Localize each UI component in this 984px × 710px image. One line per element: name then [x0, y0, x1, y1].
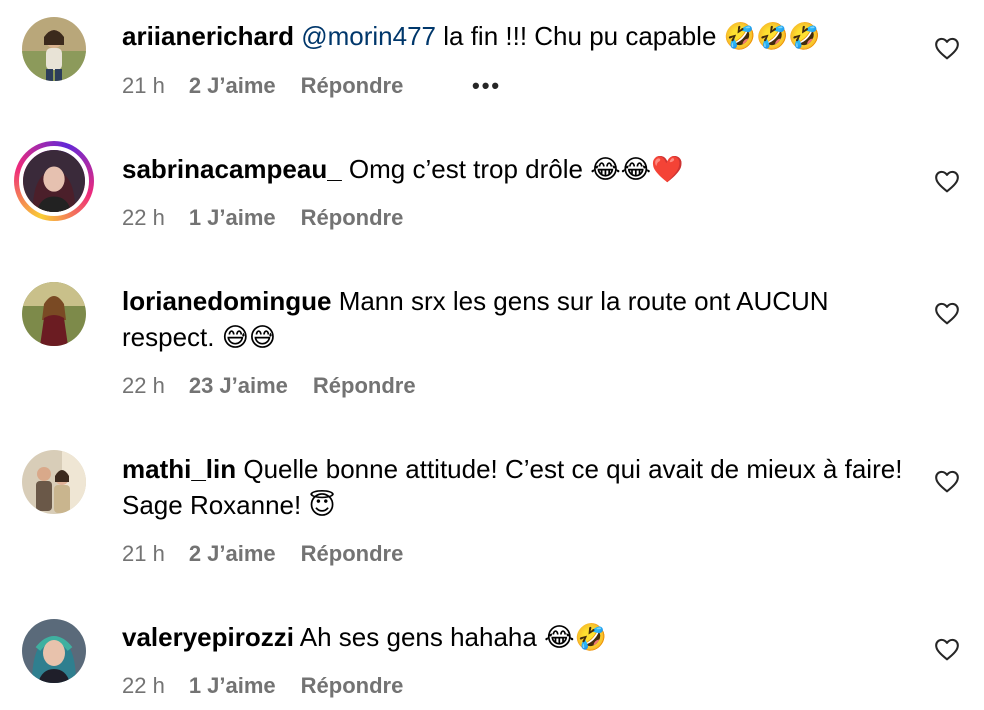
comment-text: sabrinacampeau_ Omg c’est trop drôle 😂😂❤…: [122, 151, 912, 187]
comment-username[interactable]: sabrinacampeau_: [122, 154, 342, 184]
comment-likes[interactable]: 2 J’aime: [189, 71, 276, 101]
comment-likes[interactable]: 2 J’aime: [189, 539, 276, 569]
like-heart-icon[interactable]: [934, 637, 960, 661]
reply-button[interactable]: Répondre: [313, 371, 416, 401]
comment-text: ariianerichard @morin477 la fin !!! Chu …: [122, 18, 912, 54]
comment-likes[interactable]: 1 J’aime: [189, 671, 276, 701]
comment-body: Quelle bonne attitude! C’est ce qui avai…: [122, 454, 903, 520]
comment-body: Omg c’est trop drôle 😂😂❤️: [341, 154, 684, 184]
comment-meta: 21 h 2 J’aime Répondre •••: [122, 71, 499, 101]
comment-username[interactable]: ariianerichard: [122, 21, 294, 51]
comment-time[interactable]: 22 h: [122, 371, 165, 401]
reply-button[interactable]: Répondre: [301, 539, 404, 569]
like-heart-icon[interactable]: [934, 169, 960, 193]
comment-text: valeryepirozzi Ah ses gens hahaha 😂🤣: [122, 619, 912, 655]
comment-body: Ah ses gens hahaha 😂🤣: [293, 622, 607, 652]
like-heart-icon[interactable]: [934, 301, 960, 325]
comment-meta: 22 h 1 J’aime Répondre: [122, 671, 403, 701]
comment-likes[interactable]: 1 J’aime: [189, 203, 276, 233]
avatar[interactable]: [22, 282, 86, 346]
reply-button[interactable]: Répondre: [301, 203, 404, 233]
like-heart-icon[interactable]: [934, 36, 960, 60]
reply-button[interactable]: Répondre: [301, 71, 404, 101]
reply-button[interactable]: Répondre: [301, 671, 404, 701]
comment-time[interactable]: 21 h: [122, 71, 165, 101]
avatar: [19, 146, 89, 216]
avatar-story-ring[interactable]: [14, 141, 94, 221]
more-options-icon[interactable]: •••: [472, 71, 501, 101]
comment-meta: 22 h 1 J’aime Répondre: [122, 203, 403, 233]
comment-body: la fin !!! Chu pu capable 🤣🤣🤣: [436, 21, 821, 51]
avatar[interactable]: [22, 17, 86, 81]
comment-time[interactable]: 22 h: [122, 203, 165, 233]
comment-time[interactable]: 21 h: [122, 539, 165, 569]
comment-time[interactable]: 22 h: [122, 671, 165, 701]
like-heart-icon[interactable]: [934, 469, 960, 493]
comment-username[interactable]: lorianedomingue: [122, 286, 331, 316]
comment-likes[interactable]: 23 J’aime: [189, 371, 288, 401]
comment-username[interactable]: valeryepirozzi: [122, 622, 294, 652]
comment-text: mathi_lin Quelle bonne attitude! C’est c…: [122, 451, 912, 523]
comment-username[interactable]: mathi_lin: [122, 454, 236, 484]
comment-meta: 22 h 23 J’aime Répondre: [122, 371, 416, 401]
comment-text: lorianedomingue Mann srx les gens sur la…: [122, 283, 912, 355]
comment-meta: 21 h 2 J’aime Répondre: [122, 539, 403, 569]
avatar[interactable]: [22, 450, 86, 514]
avatar[interactable]: [22, 619, 86, 683]
comment-mention[interactable]: @morin477: [301, 21, 436, 51]
